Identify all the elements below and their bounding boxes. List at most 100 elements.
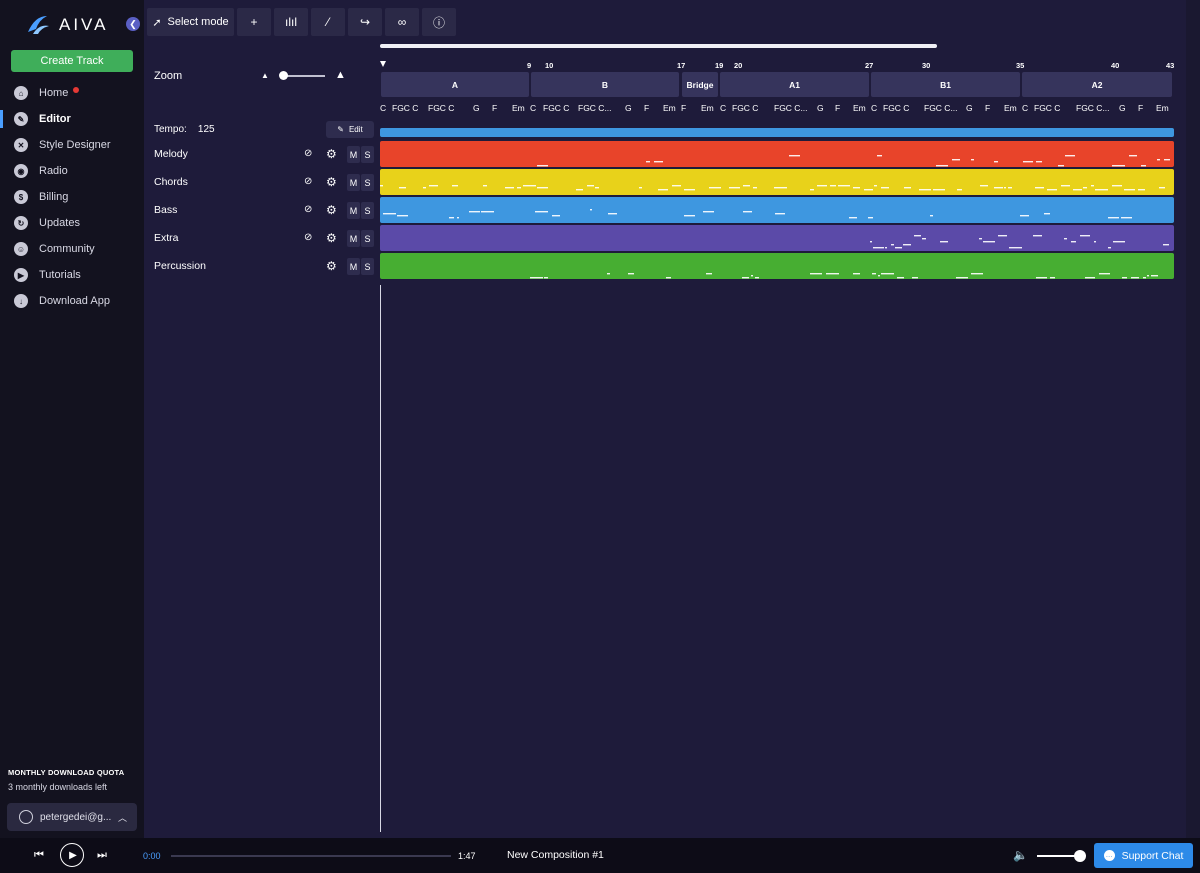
mute-button[interactable]: M xyxy=(347,202,360,219)
bass-lane[interactable] xyxy=(380,197,1174,223)
gear-icon[interactable]: ⚙ xyxy=(326,259,337,273)
sidebar-item-download-app[interactable]: ↓ Download App xyxy=(0,288,144,314)
solo-button[interactable]: S xyxy=(361,258,374,275)
note xyxy=(1113,241,1125,243)
redo-icon: ↪ xyxy=(359,15,371,29)
solo-button[interactable]: S xyxy=(361,230,374,247)
section-block[interactable]: B1 xyxy=(871,72,1020,97)
select-mode-button[interactable]: ➚ Select mode xyxy=(147,8,234,36)
sidebar: AIVA ❮ Create Track ⌂ Home ✎ Editor ✕ St… xyxy=(0,0,144,838)
cursor-icon: ➚ xyxy=(152,16,162,29)
melody-lane[interactable] xyxy=(380,141,1174,167)
next-icon[interactable]: ⏭ xyxy=(97,849,107,862)
visibility-off-icon[interactable]: ⊘ xyxy=(304,176,312,187)
section-block[interactable]: A xyxy=(381,72,529,97)
play-button[interactable]: ▶ xyxy=(60,843,84,867)
note xyxy=(483,185,487,187)
redo-button[interactable]: ↪ xyxy=(348,8,382,36)
note xyxy=(423,187,426,189)
note xyxy=(505,187,514,189)
bars-icon: ılıl xyxy=(285,15,297,29)
zoom-slider[interactable]: ▲ ▲ xyxy=(261,68,347,82)
chords-lane[interactable] xyxy=(380,169,1174,195)
volume-knob[interactable] xyxy=(1074,850,1086,862)
section-block[interactable]: B xyxy=(531,72,679,97)
volume-slider[interactable] xyxy=(1037,855,1079,857)
note xyxy=(930,215,933,217)
volume-icon[interactable]: 🔈 xyxy=(1013,848,1028,862)
wand-button[interactable]: ⁄ xyxy=(311,8,345,36)
visibility-off-icon[interactable]: ⊘ xyxy=(304,204,312,215)
sidebar-item-tutorials[interactable]: ▶ Tutorials xyxy=(0,262,144,288)
create-track-button[interactable]: Create Track xyxy=(11,50,133,72)
user-menu-button[interactable]: petergedei@g... ︿ xyxy=(7,803,137,831)
sidebar-item-label: Download App xyxy=(39,295,110,307)
logo[interactable]: AIVA xyxy=(25,12,108,38)
solo-button[interactable]: S xyxy=(361,174,374,191)
zoom-knob[interactable] xyxy=(279,71,288,80)
solo-button[interactable]: S xyxy=(361,146,374,163)
progress-bar[interactable] xyxy=(171,855,451,857)
note xyxy=(1164,159,1170,161)
percussion-lane[interactable] xyxy=(380,253,1174,279)
horizontal-scrollbar[interactable] xyxy=(380,44,937,48)
note xyxy=(743,185,750,187)
note xyxy=(830,185,836,187)
vertical-scrollbar[interactable] xyxy=(1186,0,1200,838)
player-bar: ⏮ ▶ ⏭ 0:00 1:47 New Composition #1 🔈 … S… xyxy=(0,838,1200,873)
bar-number: 43 xyxy=(1166,61,1175,70)
note-pattern xyxy=(380,185,1165,191)
extra-lane[interactable] xyxy=(380,225,1174,251)
note xyxy=(994,187,1003,189)
note xyxy=(1129,155,1137,157)
note xyxy=(936,165,948,167)
section-block[interactable]: A2 xyxy=(1022,72,1172,97)
chord-label: FGC C... xyxy=(924,103,958,113)
tempo-lane[interactable] xyxy=(380,128,1174,137)
note xyxy=(1147,275,1149,277)
gear-icon[interactable]: ⚙ xyxy=(326,203,337,217)
gear-icon[interactable]: ⚙ xyxy=(326,175,337,189)
track-row-extra: Extra ⊘ ⚙ M S xyxy=(147,227,375,251)
mute-button[interactable]: M xyxy=(347,174,360,191)
user-avatar-icon xyxy=(19,810,33,824)
collapse-sidebar-button[interactable]: ❮ xyxy=(126,17,140,31)
visibility-off-icon[interactable]: ⊘ xyxy=(304,232,312,243)
info-button[interactable]: ⓘ xyxy=(422,8,456,36)
previous-icon[interactable]: ⏮ xyxy=(34,849,44,862)
chord-label: FGC C... xyxy=(578,103,612,113)
note xyxy=(1065,155,1075,157)
gear-icon[interactable]: ⚙ xyxy=(326,147,337,161)
solo-button[interactable]: S xyxy=(361,202,374,219)
playhead-marker-icon[interactable] xyxy=(380,61,386,67)
bar-ruler[interactable]: 9 10 17 19 20 27 30 35 40 43 xyxy=(380,60,1175,72)
sidebar-item-billing[interactable]: $ Billing xyxy=(0,184,144,210)
track-row-percussion: Percussion ⚙ M S xyxy=(147,255,375,279)
sidebar-item-updates[interactable]: ↻ Updates xyxy=(0,210,144,236)
sidebar-item-style-designer[interactable]: ✕ Style Designer xyxy=(0,132,144,158)
mute-button[interactable]: M xyxy=(347,258,360,275)
sidebar-item-label: Style Designer xyxy=(39,139,111,151)
visibility-off-icon[interactable]: ⊘ xyxy=(304,148,312,159)
note xyxy=(922,238,926,240)
gear-icon[interactable]: ⚙ xyxy=(326,231,337,245)
chord-label: C xyxy=(380,103,387,113)
sidebar-item-label: Tutorials xyxy=(39,269,81,281)
chord-label: FGC C xyxy=(428,103,455,113)
link-button[interactable]: ∞ xyxy=(385,8,419,36)
sidebar-item-radio[interactable]: ◉ Radio xyxy=(0,158,144,184)
bars-button[interactable]: ılıl xyxy=(274,8,308,36)
note xyxy=(1058,165,1064,167)
support-chat-button[interactable]: … Support Chat xyxy=(1094,843,1193,868)
section-block[interactable]: A1 xyxy=(720,72,869,97)
sidebar-item-home[interactable]: ⌂ Home xyxy=(0,80,144,106)
refresh-icon: ↻ xyxy=(14,216,28,230)
mute-button[interactable]: M xyxy=(347,146,360,163)
note xyxy=(1008,187,1012,189)
edit-tempo-button[interactable]: ✎ Edit xyxy=(326,121,374,138)
mute-button[interactable]: M xyxy=(347,230,360,247)
sidebar-item-editor[interactable]: ✎ Editor xyxy=(0,106,144,132)
section-block[interactable]: Bridge xyxy=(682,72,718,97)
add-button[interactable]: + xyxy=(237,8,271,36)
sidebar-item-community[interactable]: ☺ Community xyxy=(0,236,144,262)
